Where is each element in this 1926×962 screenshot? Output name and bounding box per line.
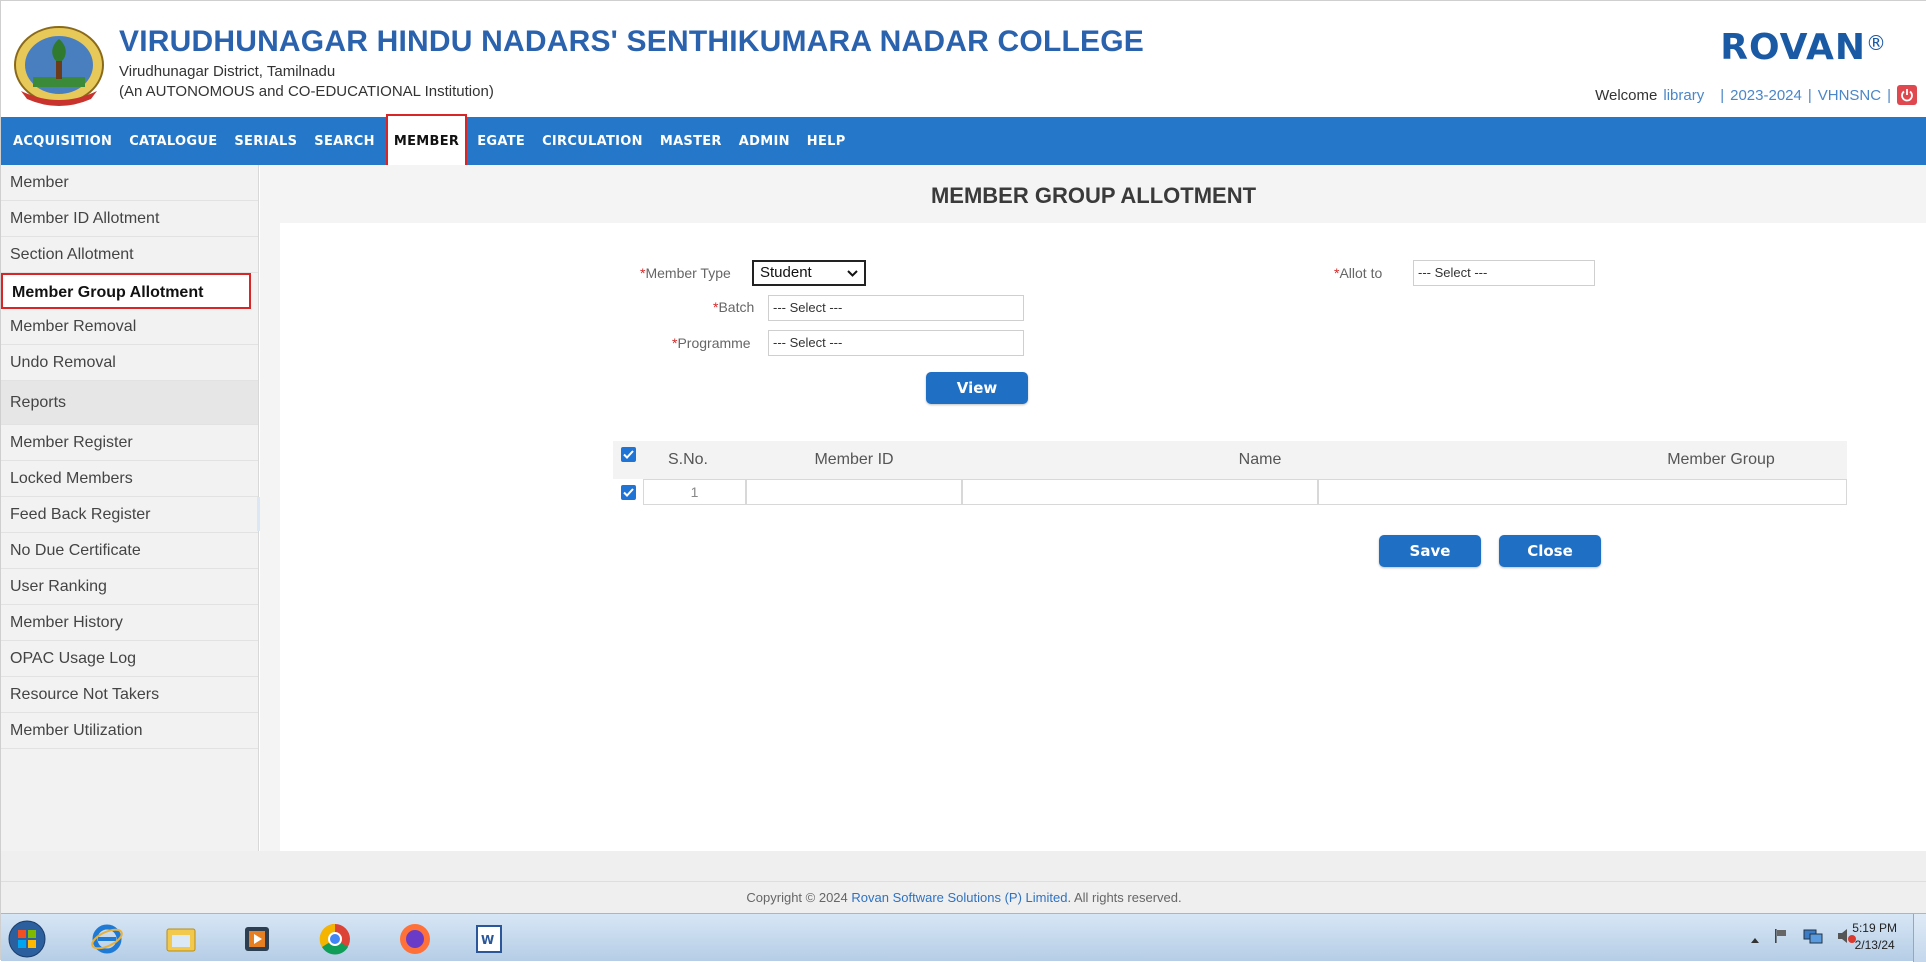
welcome-label: Welcome (1595, 86, 1658, 104)
member-type-select[interactable]: Student (752, 260, 866, 286)
college-district: Virudhunagar District, Tamilnadu (119, 63, 336, 80)
college-name: VIRUDHUNAGAR HINDU NADARS' SENTHIKUMARA … (119, 25, 1144, 58)
allot-to-select[interactable]: --- Select --- (1413, 260, 1595, 286)
column-header-name: Name (1238, 451, 1282, 468)
batch-select[interactable]: --- Select --- (768, 295, 1024, 321)
nav-circulation[interactable]: CIRCULATION (542, 134, 643, 149)
clock-date: 2/13/24 (1854, 938, 1895, 952)
nav-admin[interactable]: ADMIN (739, 134, 790, 149)
main-navbar: ACQUISITION CATALOGUE SERIALS SEARCH MEM… (1, 114, 1926, 168)
sidebar-item-undo-removal[interactable]: Undo Removal (1, 345, 258, 381)
firefox-icon[interactable] (393, 920, 437, 958)
svg-text:W: W (481, 933, 494, 947)
brand-registered-mark: ® (1866, 31, 1887, 55)
allot-to-label: *Allot to (1334, 265, 1383, 281)
footer-spacer (1, 851, 1926, 881)
cell-name[interactable] (962, 479, 1318, 505)
sidebar-item-member[interactable]: Member (1, 165, 258, 201)
member-type-value: Student (760, 264, 812, 281)
chevron-up-icon[interactable] (1751, 930, 1759, 948)
programme-label: *Programme (672, 335, 751, 351)
word-icon[interactable]: W (467, 920, 511, 958)
programme-select[interactable]: --- Select --- (768, 330, 1024, 356)
start-orb-icon[interactable] (5, 920, 49, 958)
sidebar-item-user-ranking[interactable]: User Ranking (1, 569, 258, 605)
separator: | (1807, 86, 1812, 104)
nav-acquisition[interactable]: ACQUISITION (13, 134, 112, 149)
clock-time: 5:19 PM (1852, 921, 1897, 935)
nav-search[interactable]: SEARCH (314, 134, 375, 149)
institution-code-link[interactable]: VHNSNC (1818, 87, 1881, 104)
brand-name: ROVAN (1720, 27, 1866, 68)
flag-icon[interactable] (1773, 928, 1789, 949)
sidebar-item-member-utilization[interactable]: Member Utilization (1, 713, 258, 749)
separator: | (1887, 86, 1891, 104)
brand-logo: ROVAN® (1720, 27, 1887, 68)
checkmark-icon (623, 450, 634, 459)
save-button[interactable]: Save (1379, 535, 1481, 567)
sidebar-item-member-group-allotment[interactable]: Member Group Allotment (1, 273, 251, 309)
system-tray (1751, 928, 1857, 949)
nav-help[interactable]: HELP (807, 134, 846, 149)
nav-catalogue[interactable]: CATALOGUE (129, 134, 217, 149)
page-title: MEMBER GROUP ALLOTMENT (930, 183, 1257, 208)
user-info: Welcome library | 2023-2024 | VHNSNC | (1595, 85, 1917, 105)
sidebar-item-opac-usage-log[interactable]: OPAC Usage Log (1, 641, 258, 677)
checkmark-icon (623, 488, 634, 497)
sidebar-item-member-id-allotment[interactable]: Member ID Allotment (1, 201, 258, 237)
college-institution-note: (An AUTONOMOUS and CO-EDUCATIONAL Instit… (119, 83, 494, 100)
browser-frame: VIRUDHUNAGAR HINDU NADARS' SENTHIKUMARA … (0, 0, 1926, 962)
sidebar-item-member-register[interactable]: Member Register (1, 425, 258, 461)
nav-egate[interactable]: EGATE (477, 134, 525, 149)
copyright-prefix: Copyright © 2024 (746, 890, 848, 905)
network-icon[interactable] (1803, 928, 1823, 949)
column-header-member-id: Member ID (814, 451, 894, 468)
sidebar-item-feed-back-register[interactable]: Feed Back Register (1, 497, 258, 533)
company-link[interactable]: Rovan Software Solutions (P) Limited (851, 890, 1067, 905)
select-all-checkbox[interactable] (621, 447, 636, 462)
college-logo-icon (14, 26, 104, 106)
form-panel: *Member Type Student *Allot to --- Selec… (280, 223, 1926, 851)
view-button[interactable]: View (926, 372, 1028, 404)
windows-taskbar: W 5:19 PM 2/13/24 (1, 913, 1926, 962)
sidebar-item-section-allotment[interactable]: Section Allotment (1, 237, 258, 273)
batch-label: *Batch (713, 299, 755, 315)
chevron-down-icon (847, 269, 858, 277)
member-type-label: *Member Type (640, 265, 731, 281)
close-button[interactable]: Close (1499, 535, 1601, 567)
copyright-suffix: . All rights reserved. (1067, 890, 1182, 905)
cell-member-id[interactable] (746, 479, 962, 505)
file-explorer-icon[interactable] (159, 920, 203, 958)
sidebar: Member Member ID Allotment Section Allot… (1, 165, 259, 851)
chrome-icon[interactable] (313, 920, 357, 958)
username-link[interactable]: library (1663, 87, 1704, 104)
main-content: MEMBER GROUP ALLOTMENT *Member Type Stud… (260, 165, 1926, 851)
table-row: 1 (613, 479, 1847, 505)
separator: | (1720, 86, 1725, 104)
sidebar-item-locked-members[interactable]: Locked Members (1, 461, 258, 497)
row-checkbox[interactable] (621, 485, 636, 500)
column-header-sno: S.No. (667, 451, 708, 468)
nav-serials[interactable]: SERIALS (234, 134, 297, 149)
power-icon[interactable] (1897, 85, 1917, 105)
academic-year-link[interactable]: 2023-2024 (1730, 87, 1802, 104)
sidebar-item-resource-not-takers[interactable]: Resource Not Takers (1, 677, 258, 713)
nav-master[interactable]: MASTER (660, 134, 722, 149)
clock[interactable]: 5:19 PM 2/13/24 (1852, 920, 1897, 954)
sidebar-item-member-removal[interactable]: Member Removal (1, 309, 258, 345)
internet-explorer-icon[interactable] (85, 920, 129, 958)
cell-member-group[interactable] (1318, 479, 1847, 505)
header: VIRUDHUNAGAR HINDU NADARS' SENTHIKUMARA … (1, 1, 1926, 117)
sidebar-item-no-due-certificate[interactable]: No Due Certificate (1, 533, 258, 569)
media-player-icon[interactable] (235, 920, 279, 958)
table-header: S.No. Member ID Name Member Group (613, 441, 1847, 479)
nav-member[interactable]: MEMBER (385, 114, 468, 168)
footer-copyright: Copyright © 2024 Rovan Software Solution… (1, 881, 1926, 913)
sidebar-item-member-history[interactable]: Member History (1, 605, 258, 641)
sidebar-heading-reports[interactable]: Reports (1, 381, 258, 425)
show-desktop-button[interactable] (1913, 914, 1926, 962)
column-header-member-group: Member Group (1667, 451, 1775, 468)
cell-sno: 1 (643, 479, 746, 505)
